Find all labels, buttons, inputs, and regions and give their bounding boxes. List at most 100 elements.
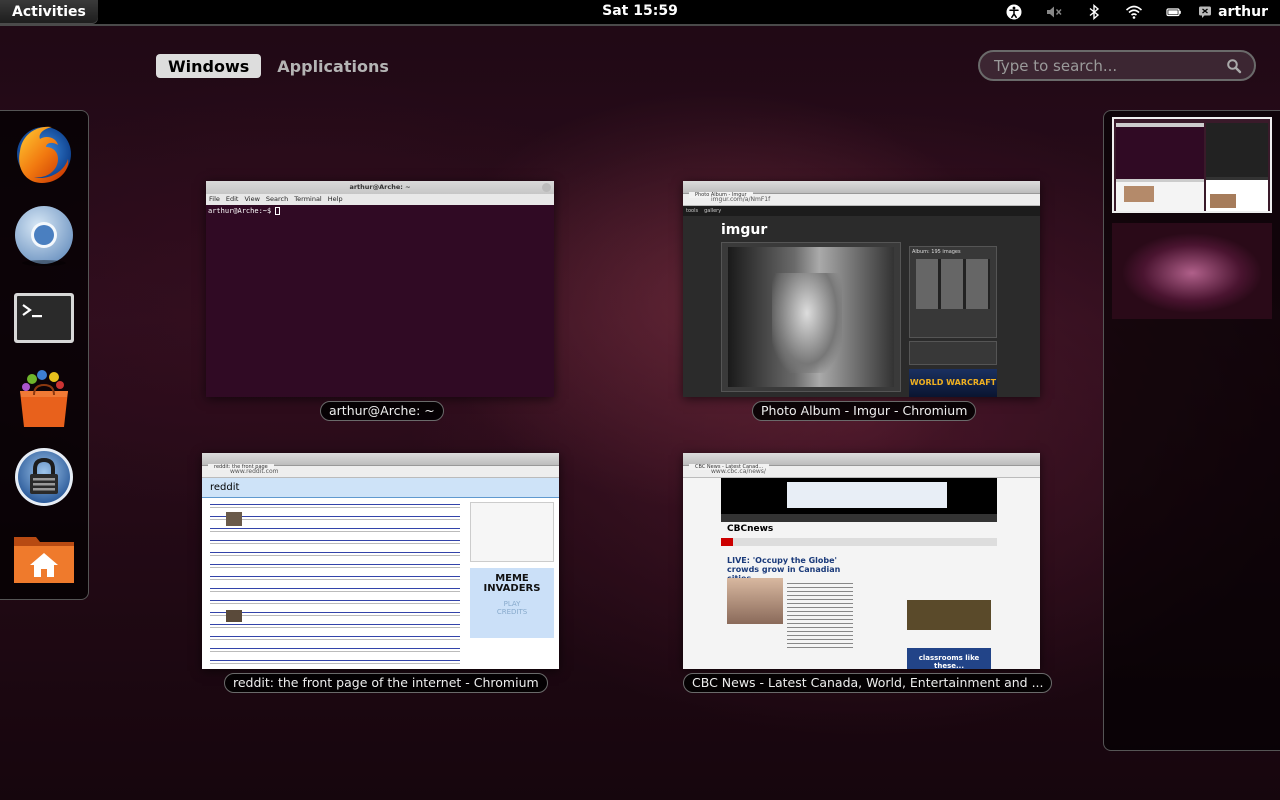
search-entry[interactable]: Type to search...	[978, 50, 1256, 81]
window-label-cbc[interactable]: CBC News - Latest Canada, World, Enterta…	[683, 673, 1053, 693]
workspace-switcher	[1103, 110, 1280, 751]
window-label-reddit[interactable]: reddit: the front page of the internet -…	[224, 673, 548, 693]
headline-photo	[727, 578, 783, 624]
game-ad: WORLD WARCRAFT	[909, 369, 997, 397]
terminal-title: arthur@Arche: ~	[349, 183, 411, 191]
imgur-nav: tools gallery	[683, 206, 1040, 216]
cbc-top-banner	[721, 478, 997, 514]
bluetooth-icon[interactable]	[1074, 0, 1114, 24]
status-tray: arthur	[994, 0, 1280, 24]
window-imgur-thumbnail[interactable]: Photo Album - Imgur imgur.com/a/NmF1f to…	[683, 181, 1040, 397]
terminal-menu-search: Search	[265, 195, 289, 203]
terminal-prompt: arthur@Arche:~$	[208, 207, 276, 215]
dash	[0, 110, 89, 600]
window-terminal-thumbnail[interactable]: arthur@Arche: ~ File Edit View Search Te…	[206, 181, 554, 397]
wifi-icon[interactable]	[1114, 0, 1154, 24]
link-thumbnail	[226, 610, 242, 622]
window-reddit-thumbnail[interactable]: reddit: the front page www.reddit.com re…	[202, 453, 559, 669]
terminal-cursor	[275, 207, 281, 215]
browser-tabbar: CBC News - Latest Canad...	[683, 453, 1040, 470]
dash-item-terminal[interactable]	[12, 285, 76, 349]
workspace-window-imgur	[1206, 123, 1268, 177]
dash-item-software-center[interactable]	[12, 367, 76, 431]
window-cbc-thumbnail[interactable]: CBC News - Latest Canad... www.cbc.ca/ne…	[683, 453, 1040, 669]
ad-play: PLAY	[503, 600, 521, 608]
chat-status-icon	[1199, 6, 1212, 18]
album-count: Album: 195 images	[912, 249, 961, 255]
shopping-bag-icon	[20, 370, 68, 427]
window-label-terminal[interactable]: arthur@Arche: ~	[320, 401, 444, 421]
album-thumbnails	[916, 259, 990, 309]
imgur-nav-tools: tools	[686, 208, 699, 214]
dash-item-passwords-and-keys[interactable]	[12, 445, 76, 509]
reddit-header: reddit	[202, 478, 559, 498]
dash-item-chromium[interactable]	[12, 203, 76, 267]
terminal-menu-view: View	[244, 195, 260, 203]
padlock-icon	[15, 448, 73, 506]
tab-windows[interactable]: Windows	[156, 54, 262, 78]
desktop-wallpaper	[0, 0, 1280, 800]
browser-tabbar: reddit: the front page	[202, 453, 559, 470]
terminal-menu-file: File	[209, 195, 220, 203]
workspace-1[interactable]	[1112, 117, 1272, 213]
home-folder-icon	[14, 537, 74, 583]
game-ad-title: WORLD WARCRAFT	[909, 378, 997, 387]
cbc-nav	[721, 514, 997, 522]
imgur-share-panel	[909, 341, 997, 365]
user-name: arthur	[1218, 4, 1268, 20]
imgur-main-image-frame	[721, 242, 901, 392]
search-input[interactable]: Type to search...	[994, 57, 1226, 75]
top-bar: Activities Sat 15:59 arthur	[0, 0, 1280, 24]
dell-ad	[787, 482, 947, 508]
headline-text	[787, 580, 853, 650]
terminal-titlebar: arthur@Arche: ~	[206, 181, 554, 194]
workspace-window-reddit	[1116, 179, 1204, 211]
terminal-menu-help: Help	[327, 195, 343, 203]
imgur-logo: imgur	[721, 222, 768, 238]
ad-credits: CREDITS	[496, 608, 528, 616]
workspace-window-terminal	[1116, 123, 1204, 183]
cbc-section-tabs	[721, 538, 997, 546]
cbc-side-ad: classrooms like these...	[907, 648, 991, 669]
terminal-menu-edit: Edit	[225, 195, 239, 203]
clock[interactable]: Sat 15:59	[602, 3, 678, 19]
browser-tabbar: Photo Album - Imgur	[683, 181, 1040, 198]
imgur-nav-gallery: gallery	[704, 208, 722, 214]
imgur-page: imgur Album: 195 images WORLD WARCRAFT	[683, 216, 1040, 397]
link-thumbnail	[226, 512, 242, 526]
reddit-sidebar	[470, 502, 554, 562]
search-icon	[1227, 58, 1242, 73]
dash-item-home-folder[interactable]	[12, 525, 76, 589]
cbc-logo: CBCnews	[727, 524, 774, 534]
cbc-page: CBCnews LIVE: 'Occupy the Globe' crowds …	[683, 478, 1040, 669]
terminal-icon	[14, 293, 74, 343]
chromium-icon	[15, 206, 73, 266]
reddit-link-list	[210, 500, 460, 666]
top-bar-separator	[0, 24, 1280, 26]
reddit-logo: reddit	[210, 482, 240, 493]
workspace-window-cbc	[1206, 177, 1268, 211]
reddit-listing: MEME INVADERS PLAY CREDITS	[202, 498, 559, 669]
firefox-icon	[17, 126, 71, 183]
address-bar: www.cbc.ca/news/	[683, 466, 1040, 478]
ad-title: MEME INVADERS	[483, 573, 541, 594]
address-bar: imgur.com/a/NmF1f	[683, 194, 1040, 206]
user-menu[interactable]: arthur	[1194, 4, 1280, 20]
battery-icon[interactable]	[1154, 0, 1194, 24]
video-thumbnail	[907, 600, 991, 630]
address-bar: www.reddit.com	[202, 466, 559, 478]
tab-applications[interactable]: Applications	[265, 54, 401, 78]
workspace-2[interactable]	[1112, 223, 1272, 319]
imgur-album-panel: Album: 195 images	[909, 246, 997, 338]
accessibility-icon[interactable]	[994, 0, 1034, 24]
dash-item-firefox[interactable]	[12, 121, 76, 185]
terminal-menu-terminal: Terminal	[294, 195, 322, 203]
meme-invaders-ad: MEME INVADERS PLAY CREDITS	[470, 568, 554, 638]
terminal-menubar: File Edit View Search Terminal Help	[206, 194, 554, 205]
volume-muted-icon[interactable]	[1034, 0, 1074, 24]
window-label-imgur[interactable]: Photo Album - Imgur - Chromium	[752, 401, 977, 421]
view-selector: Windows Applications	[156, 54, 401, 78]
activities-button[interactable]: Activities	[0, 0, 98, 24]
close-icon	[542, 183, 551, 192]
terminal-body: arthur@Arche:~$	[206, 205, 554, 397]
